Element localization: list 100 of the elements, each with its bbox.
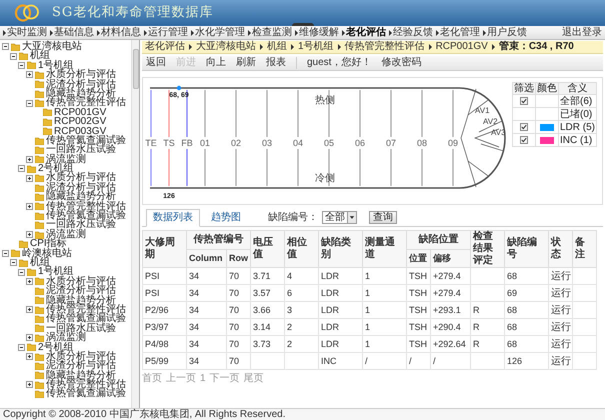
- tree-item[interactable]: 涡流监测: [46, 154, 86, 164]
- table-cell: +293.1: [433, 304, 461, 314]
- table-cell: +279.4: [433, 288, 461, 298]
- menu-item[interactable]: 用户反馈: [487, 26, 527, 38]
- table-cell: 70: [229, 288, 240, 298]
- table-cell: 70: [229, 338, 240, 348]
- tree-item[interactable]: 隐藏盐趋势分析: [46, 88, 116, 98]
- table-cell: 3.66: [253, 304, 271, 314]
- change-password-button[interactable]: 修改密码: [381, 57, 422, 69]
- column-header: Column: [189, 252, 222, 263]
- tree-item[interactable]: 传热管氦查漏试验: [46, 389, 126, 399]
- toolbar-button[interactable]: 向上: [206, 57, 226, 69]
- tree-item[interactable]: 一回路水压试验: [46, 324, 116, 334]
- station-label: FB: [181, 138, 193, 148]
- greeting-text: guest，您好！: [307, 57, 372, 69]
- toolbar-button[interactable]: 刷新: [236, 57, 256, 69]
- station-label: 09: [448, 138, 458, 148]
- menu-item[interactable]: 维修缓解: [299, 26, 339, 38]
- breadcrumb-item[interactable]: 大亚湾核电站: [196, 41, 256, 53]
- tree-item[interactable]: 传热管氦查漏试验: [46, 314, 126, 324]
- toolbar-button[interactable]: 报表: [266, 57, 286, 69]
- tree-item[interactable]: 传热管氦查漏试验: [46, 136, 126, 146]
- tree-item[interactable]: 传热管完整性评估: [46, 98, 126, 108]
- station-label: 06: [355, 138, 365, 148]
- tree-item[interactable]: RCP003GV: [54, 126, 106, 136]
- breadcrumb-item[interactable]: 传热管完整性评估: [344, 41, 425, 53]
- station-label: 03: [262, 138, 272, 148]
- defect-number-select[interactable]: 全部: [322, 211, 357, 224]
- tree-item[interactable]: 水质分析与评估: [46, 276, 116, 286]
- breadcrumb-item[interactable]: 老化评估: [145, 41, 185, 53]
- tree-item[interactable]: 机组: [30, 258, 50, 268]
- copyright-text: Copyright © 2008-2010 中国广东核电集团, All Rights Reserved.: [3, 409, 286, 420]
- table-cell: TSH: [409, 304, 427, 314]
- table-cell: 3.14: [253, 322, 271, 332]
- tree-item[interactable]: 一回路水压试验: [46, 145, 116, 155]
- legend-label: 已堵(0): [560, 108, 592, 120]
- menu-item[interactable]: 水化学管理: [195, 26, 245, 38]
- tree-item[interactable]: 泥渣分析与评估: [46, 182, 116, 192]
- tree-item[interactable]: 传热管完整性评估: [46, 304, 126, 314]
- tree-item[interactable]: 传热管氦查漏试验: [46, 211, 126, 220]
- menu-item[interactable]: 基础信息: [54, 26, 94, 38]
- breadcrumb-item[interactable]: 1号机组: [298, 41, 334, 53]
- table-cell: 1: [365, 322, 370, 332]
- tree-item[interactable]: 机组: [30, 51, 50, 61]
- column-header: 电压值: [253, 237, 273, 260]
- breadcrumb-item[interactable]: 机组: [267, 41, 287, 53]
- logout-link[interactable]: 退出登录: [562, 26, 602, 38]
- table-cell: PSI: [145, 288, 160, 298]
- table-cell: TSH: [409, 288, 427, 298]
- table-cell: INC: [321, 356, 336, 366]
- table-cell: 34: [189, 288, 200, 298]
- menu-item[interactable]: 实时监测: [7, 26, 47, 38]
- toolbar-button[interactable]: 返回: [146, 57, 166, 69]
- table-cell: /: [433, 356, 436, 366]
- menu-item[interactable]: 老化管理: [440, 26, 480, 38]
- tree-item[interactable]: 一回路水压试验: [46, 220, 116, 230]
- column-header: 缺陷类别: [321, 237, 351, 260]
- tree-item[interactable]: 泥渣分析与评估: [46, 80, 116, 89]
- tree-item[interactable]: 1号机组: [38, 60, 74, 70]
- tree-item[interactable]: 隐藏盐趋势分析: [46, 370, 116, 380]
- tree-item[interactable]: 2号机组: [38, 164, 74, 174]
- breadcrumb-item[interactable]: 管束：C34 , R70: [498, 41, 574, 53]
- tree-item[interactable]: 泥渣分析与评估: [46, 361, 116, 371]
- menu-item[interactable]: 经验反馈: [393, 26, 433, 38]
- vane-label: AV2: [483, 117, 498, 126]
- tree-item[interactable]: RCP001GV: [54, 108, 106, 118]
- table-cell: 70: [229, 322, 240, 332]
- tree-item[interactable]: RCP002GV: [54, 117, 106, 127]
- tree-item[interactable]: 水质分析与评估: [46, 352, 116, 362]
- tree-item[interactable]: 传热管完整性评估: [46, 380, 126, 390]
- breadcrumb-item[interactable]: RCP001GV: [436, 41, 488, 53]
- legend-label: LDR (5): [560, 122, 596, 132]
- tree-item[interactable]: 涡流监测: [46, 333, 86, 343]
- table-cell: 3.57: [253, 288, 271, 298]
- menu-item[interactable]: 检查监测: [252, 26, 292, 38]
- tree-item[interactable]: CPI指标: [30, 239, 67, 249]
- menu-item[interactable]: 材料信息: [101, 26, 141, 38]
- tree-item[interactable]: 隐藏盐趋势分析: [46, 192, 116, 202]
- tree-item[interactable]: 大亚湾核电站: [22, 42, 82, 52]
- tree-item[interactable]: 2号机组: [38, 342, 74, 352]
- tree-item[interactable]: 传热管完整性评估: [46, 202, 126, 212]
- search-button[interactable]: 查询: [369, 211, 397, 224]
- table-cell: TSH: [409, 338, 427, 348]
- tree-item[interactable]: 岭澳核电站: [22, 248, 72, 258]
- menu-item[interactable]: 运行管理: [148, 26, 188, 38]
- tree-item[interactable]: 隐藏盐趋势分析: [46, 296, 116, 305]
- table-cell: 68: [507, 322, 518, 332]
- tree-item[interactable]: 1号机组: [38, 267, 74, 277]
- vane-label: AV1: [475, 106, 490, 115]
- tab[interactable]: 数据列表: [146, 209, 200, 227]
- menu-item[interactable]: 老化评估: [346, 26, 386, 38]
- tree-item[interactable]: 泥渣分析与评估: [46, 286, 116, 296]
- table-cell: LDR: [321, 338, 340, 348]
- tree-item[interactable]: 水质分析与评估: [46, 70, 116, 80]
- table-cell: 2: [287, 322, 292, 332]
- column-header: 偏移: [433, 252, 451, 263]
- table-cell: P3/97: [145, 322, 169, 332]
- tab[interactable]: 趋势图: [204, 209, 248, 227]
- tree-item[interactable]: 涡流监测: [46, 230, 86, 240]
- tree-item[interactable]: 水质分析与评估: [46, 173, 116, 183]
